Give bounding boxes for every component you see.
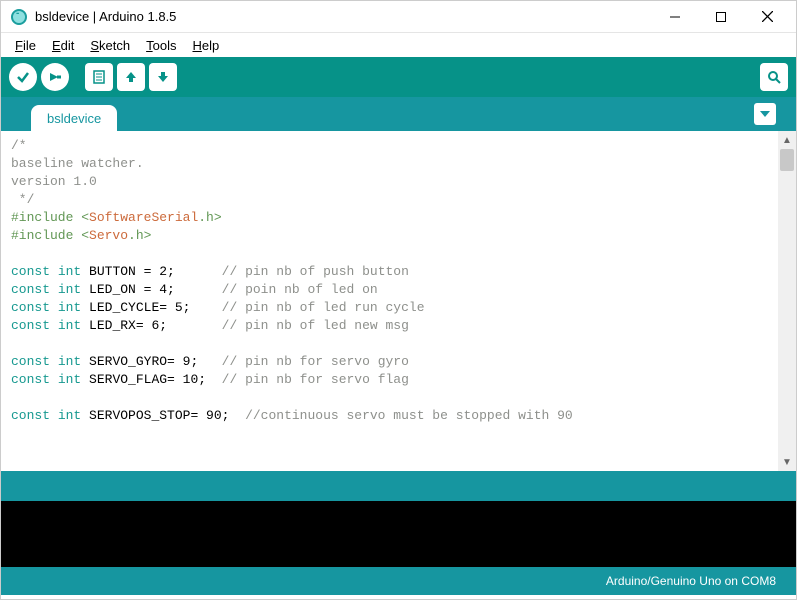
code-token: #include <box>11 210 73 225</box>
message-bar <box>1 471 796 501</box>
new-sketch-button[interactable] <box>85 63 113 91</box>
tab-active[interactable]: bsldevice <box>31 105 117 131</box>
code-token: // pin nb for servo gyro <box>222 354 409 369</box>
code-token: < <box>73 228 89 243</box>
code-token: LED_ON = 4; <box>81 282 221 297</box>
menu-tools[interactable]: Tools <box>140 36 182 55</box>
editor-scrollbar[interactable]: ▲ ▼ <box>778 131 796 471</box>
code-line: version 1.0 <box>11 174 97 189</box>
menu-tools-rest: ools <box>153 38 177 53</box>
code-token: SERVO_FLAG= 10; <box>81 372 221 387</box>
console-output[interactable] <box>1 501 796 567</box>
code-token: int <box>50 354 81 369</box>
upload-button[interactable] <box>41 63 69 91</box>
code-token: int <box>50 408 81 423</box>
code-token: int <box>50 264 81 279</box>
titlebar: bsldevice | Arduino 1.8.5 <box>1 1 796 33</box>
code-token: const <box>11 318 50 333</box>
editor-area: /* baseline watcher. version 1.0 */ #inc… <box>1 131 796 471</box>
menu-sketch-rest: ketch <box>99 38 130 53</box>
code-token: BUTTON = 2; <box>81 264 221 279</box>
menu-file-rest: ile <box>23 38 36 53</box>
code-token: // pin nb of push button <box>222 264 409 279</box>
code-token: int <box>50 318 81 333</box>
code-token: const <box>11 264 50 279</box>
close-button[interactable] <box>744 2 790 32</box>
code-token: .h> <box>198 210 221 225</box>
code-token: // poin nb of led on <box>222 282 378 297</box>
toolbar <box>1 57 796 97</box>
menu-edit[interactable]: Edit <box>46 36 80 55</box>
status-bar: Arduino/Genuino Uno on COM8 <box>1 567 796 595</box>
save-sketch-button[interactable] <box>149 63 177 91</box>
menu-sketch[interactable]: Sketch <box>84 36 136 55</box>
magnifier-icon <box>766 69 782 85</box>
code-token: .h> <box>128 228 151 243</box>
menu-help-rest: elp <box>202 38 219 53</box>
code-token: const <box>11 354 50 369</box>
code-token: int <box>50 372 81 387</box>
code-editor[interactable]: /* baseline watcher. version 1.0 */ #inc… <box>1 131 778 471</box>
tab-strip: bsldevice <box>1 97 796 131</box>
file-icon <box>91 69 107 85</box>
code-token: // pin nb for servo flag <box>222 372 409 387</box>
tab-menu-button[interactable] <box>754 103 776 125</box>
maximize-button[interactable] <box>698 2 744 32</box>
minimize-button[interactable] <box>652 2 698 32</box>
code-line: baseline watcher. <box>11 156 144 171</box>
caret-down-icon <box>760 109 770 119</box>
scroll-up-button[interactable]: ▲ <box>778 131 796 149</box>
code-token: LED_CYCLE= 5; <box>81 300 221 315</box>
code-token: #include <box>11 228 73 243</box>
menu-edit-rest: dit <box>61 38 75 53</box>
code-token: int <box>50 300 81 315</box>
code-token: const <box>11 300 50 315</box>
code-token: // pin nb of led new msg <box>222 318 409 333</box>
window-title: bsldevice | Arduino 1.8.5 <box>35 9 176 24</box>
code-line: */ <box>11 192 34 207</box>
code-token: const <box>11 372 50 387</box>
code-token: Servo <box>89 228 128 243</box>
verify-button[interactable] <box>9 63 37 91</box>
code-token: int <box>50 282 81 297</box>
menubar: File Edit Sketch Tools Help <box>1 33 796 57</box>
code-token: // pin nb of led run cycle <box>222 300 425 315</box>
open-sketch-button[interactable] <box>117 63 145 91</box>
code-token: SoftwareSerial <box>89 210 198 225</box>
board-port-label: Arduino/Genuino Uno on COM8 <box>606 574 776 588</box>
arrow-right-icon <box>47 69 63 85</box>
code-token: const <box>11 408 50 423</box>
menu-file[interactable]: File <box>9 36 42 55</box>
menu-help[interactable]: Help <box>186 36 225 55</box>
code-token: //continuous servo must be stopped with … <box>245 408 573 423</box>
window-controls <box>652 2 790 32</box>
code-line: /* <box>11 138 27 153</box>
code-token: LED_RX= 6; <box>81 318 221 333</box>
code-token: SERVOPOS_STOP= 90; <box>81 408 245 423</box>
code-token: const <box>11 282 50 297</box>
arduino-app-icon <box>11 9 27 25</box>
code-token: SERVO_GYRO= 9; <box>81 354 221 369</box>
serial-monitor-button[interactable] <box>760 63 788 91</box>
check-icon <box>15 69 31 85</box>
code-token: < <box>73 210 89 225</box>
scroll-thumb[interactable] <box>780 149 794 171</box>
arrow-down-icon <box>155 69 171 85</box>
scroll-down-button[interactable]: ▼ <box>778 453 796 471</box>
arrow-up-icon <box>123 69 139 85</box>
